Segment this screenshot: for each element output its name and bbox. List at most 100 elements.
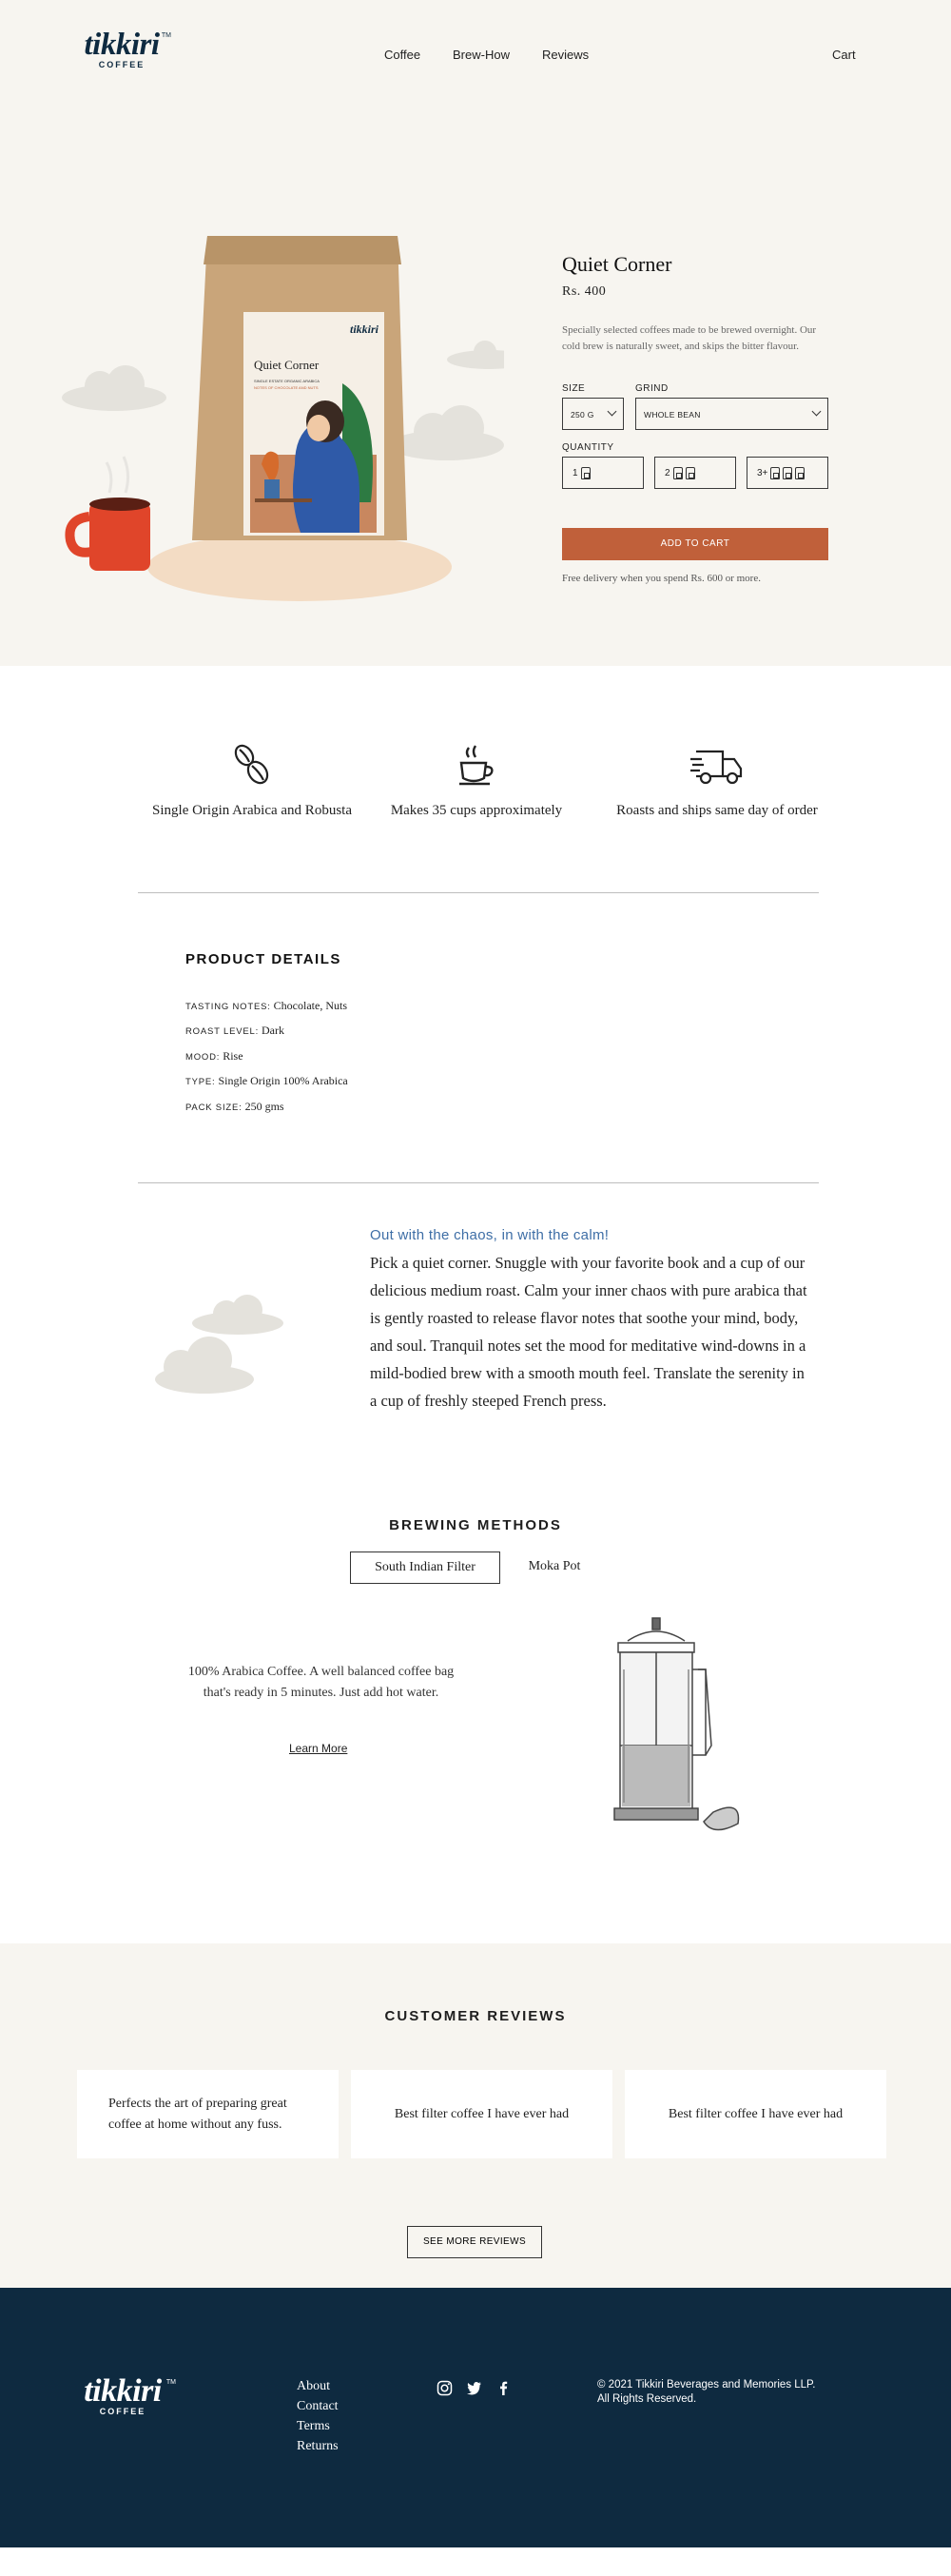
bag-line2-text: NOTES OF CHOCOLATE AND NUTS	[254, 385, 319, 390]
footer-link-contact[interactable]: Contact	[297, 2396, 339, 2416]
nav-brew-how[interactable]: Brew-How	[453, 48, 510, 62]
detail-row: PACK SIZE: 250 gms	[185, 1100, 284, 1114]
footer-link-terms[interactable]: Terms	[297, 2416, 339, 2436]
detail-value: Chocolate, Nuts	[273, 999, 347, 1012]
facebook-icon[interactable]	[495, 2380, 512, 2396]
footer-link-returns[interactable]: Returns	[297, 2436, 339, 2456]
quantity-option-2[interactable]: 2	[654, 457, 736, 489]
french-press-illustration	[613, 1617, 740, 1831]
chevron-down-icon	[607, 406, 617, 417]
review-card: Best filter coffee I have ever had	[625, 2070, 886, 2158]
size-label: SIZE	[562, 383, 586, 394]
see-more-reviews-button[interactable]: SEE MORE REVIEWS	[407, 2226, 542, 2258]
features-section: Single Origin Arabica and Robusta Makes …	[0, 666, 951, 894]
detail-key: TASTING NOTES:	[185, 1002, 271, 1012]
feature-text: Single Origin Arabica and Robusta	[152, 803, 352, 818]
product-price: Rs. 400	[562, 284, 607, 299]
brewing-methods-section: BREWING METHODS South Indian Filter Moka…	[0, 1517, 951, 1943]
nav-cart[interactable]: Cart	[832, 48, 856, 62]
grind-select[interactable]: WHOLE BEAN	[635, 398, 828, 430]
detail-row: TYPE: Single Origin 100% Arabica	[185, 1074, 348, 1088]
copyright-line: All Rights Reserved.	[597, 2393, 697, 2405]
site-footer: tikkiri COFFEE TM About Contact Terms Re…	[0, 2288, 951, 2547]
copyright-line: © 2021 Tikkiri Beverages and Memories LL…	[597, 2379, 816, 2391]
feature-text: Makes 35 cups approximately	[390, 803, 563, 818]
nav-coffee[interactable]: Coffee	[384, 48, 420, 62]
detail-row: TASTING NOTES: Chocolate, Nuts	[185, 999, 347, 1013]
logo-trademark: TM	[165, 2379, 176, 2386]
grind-label: GRIND	[635, 383, 669, 394]
quantity-label: QUANTITY	[562, 442, 614, 453]
hero-section: tikkiri COFFEE TM Coffee Brew-How Review…	[0, 0, 951, 666]
detail-value: Rise	[223, 1049, 243, 1063]
social-links	[437, 2380, 512, 2396]
divider	[138, 1182, 819, 1183]
delivery-note: Free delivery when you spend Rs. 600 or …	[562, 573, 761, 584]
coffee-bag-icon	[795, 466, 805, 479]
coffee-bag-icon	[580, 466, 591, 479]
add-to-cart-button[interactable]: ADD TO CART	[562, 528, 828, 560]
bag-brand-text: tikkiri	[350, 322, 379, 336]
tab-south-indian-filter[interactable]: South Indian Filter	[350, 1551, 500, 1584]
twitter-icon[interactable]	[466, 2380, 482, 2396]
detail-value: Dark	[262, 1024, 285, 1037]
feature-item: Makes 35 cups approximately	[367, 742, 586, 820]
nav-reviews[interactable]: Reviews	[542, 48, 589, 62]
logo-wordmark: tikkiri	[84, 28, 160, 62]
quantity-option-3[interactable]: 3+	[747, 457, 828, 489]
site-header: tikkiri COFFEE TM Coffee Brew-How Review…	[0, 0, 951, 105]
brand-logo[interactable]: tikkiri COFFEE TM	[74, 28, 171, 69]
feature-item: Single Origin Arabica and Robusta	[143, 742, 361, 820]
review-card: Perfects the art of preparing great coff…	[77, 2070, 339, 2158]
size-select[interactable]: 250 G	[562, 398, 624, 430]
customer-reviews-section: CUSTOMER REVIEWS Perfects the art of pre…	[0, 1943, 951, 2288]
footer-logo[interactable]: tikkiri COFFEE TM	[71, 2373, 176, 2417]
product-title: Quiet Corner	[562, 252, 672, 276]
copyright-text: © 2021 Tikkiri Beverages and Memories LL…	[597, 2378, 815, 2407]
detail-row: ROAST LEVEL: Dark	[185, 1024, 284, 1038]
review-text: Best filter coffee I have ever had	[668, 2106, 844, 2121]
review-card: Best filter coffee I have ever had	[351, 2070, 612, 2158]
footer-link-about[interactable]: About	[297, 2376, 339, 2396]
story-body: Pick a quiet corner. Snuggle with your f…	[370, 1254, 807, 1410]
size-select-value: 250 G	[571, 410, 594, 420]
learn-more-link[interactable]: Learn More	[289, 1742, 347, 1755]
review-text: Best filter coffee I have ever had	[394, 2106, 570, 2121]
product-illustration: tikkiri Quiet Corner SINGLE ESTATE ORGAN…	[62, 236, 504, 601]
detail-value: Single Origin 100% Arabica	[218, 1074, 348, 1087]
coffee-bag-icon	[783, 466, 793, 479]
product-description: Specially selected coffees made to be br…	[562, 324, 817, 352]
logo-wordmark: tikkiri	[84, 2373, 162, 2409]
instagram-icon[interactable]	[437, 2380, 453, 2396]
coffee-beans-icon	[234, 744, 269, 785]
reviews-title: CUSTOMER REVIEWS	[384, 2008, 567, 2024]
quantity-value: 1	[573, 467, 578, 478]
brewing-title: BREWING METHODS	[389, 1517, 562, 1533]
details-title: PRODUCT DETAILS	[185, 951, 341, 967]
detail-row: MOOD: Rise	[185, 1049, 243, 1064]
story-section: Out with the chaos, in with the calm! Pi…	[0, 1184, 951, 1517]
feature-item: Roasts and ships same day of order	[608, 742, 826, 820]
bag-line1-text: SINGLE ESTATE ORGANIC ARABICA	[254, 379, 320, 383]
detail-key: TYPE:	[185, 1077, 216, 1087]
chevron-down-icon	[811, 406, 822, 417]
brewing-description: 100% Arabica Coffee. A well balanced cof…	[187, 1665, 455, 1700]
bag-title-text: Quiet Corner	[254, 358, 320, 372]
coffee-cup-icon	[459, 745, 494, 786]
quantity-option-1[interactable]: 1	[562, 457, 644, 489]
product-panel: Quiet Corner Rs. 400 Specially selected …	[562, 252, 828, 584]
detail-value: 250 gms	[244, 1100, 284, 1113]
quantity-value: 3+	[757, 467, 768, 478]
coffee-bag-icon	[685, 466, 695, 479]
quantity-value: 2	[665, 467, 670, 478]
grind-select-value: WHOLE BEAN	[644, 410, 701, 420]
logo-trademark: TM	[161, 32, 171, 39]
story-heading: Out with the chaos, in with the calm!	[370, 1227, 610, 1243]
review-text: Perfects the art of preparing great coff…	[108, 2096, 287, 2132]
coffee-bag-icon	[770, 466, 781, 479]
tab-moka-pot[interactable]: Moka Pot	[512, 1551, 597, 1584]
detail-key: MOOD:	[185, 1052, 221, 1063]
detail-key: ROAST LEVEL:	[185, 1026, 260, 1037]
footer-links: About Contact Terms Returns	[297, 2376, 339, 2456]
clouds-illustration	[155, 1295, 283, 1394]
